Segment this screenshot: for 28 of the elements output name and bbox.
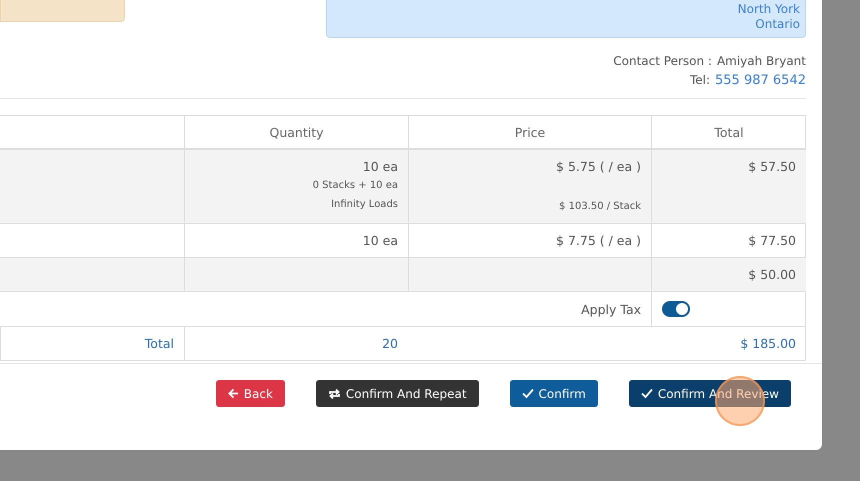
price-note: $ 103.50 / Stack — [559, 200, 641, 214]
total-text: $ 77.50 — [748, 232, 796, 250]
quantity-note: Infinity Loads — [331, 198, 398, 212]
action-button[interactable]: Back — [216, 380, 285, 407]
address-line: Ontario — [755, 17, 800, 32]
contact-name: Amiyah Bryant — [716, 53, 806, 70]
action-button[interactable]: Confirm — [510, 380, 598, 407]
address-line: North York — [738, 2, 800, 17]
phone-link[interactable]: 555 987 6542 — [715, 71, 806, 90]
price-text: $ 5.75 ( / ea ) — [556, 158, 641, 176]
repeat-icon — [328, 388, 341, 400]
tax-label: Apply Tax — [581, 300, 641, 318]
quantity-note: 0 Stacks + 10 ea — [312, 179, 398, 193]
total-text: $ 57.50 — [748, 158, 796, 176]
action-button[interactable]: Confirm And Repeat — [316, 380, 479, 407]
arrow-left-icon — [228, 388, 239, 399]
grand-total: $ 185.00 — [740, 335, 796, 353]
tel-label: Tel: — [690, 72, 710, 89]
quantity-total: 20 — [382, 335, 398, 353]
quantity-text: 10 ea — [362, 232, 398, 250]
price-text: $ 7.75 ( / ea ) — [556, 232, 641, 250]
total-label: Total — [144, 335, 174, 353]
check-icon — [640, 388, 653, 399]
total-text: $ 50.00 — [748, 266, 796, 284]
check-icon — [522, 388, 534, 399]
contact-label: Contact Person : — [613, 53, 712, 70]
quantity-text: 10 ea — [362, 158, 398, 176]
tax-toggle[interactable] — [662, 301, 690, 317]
